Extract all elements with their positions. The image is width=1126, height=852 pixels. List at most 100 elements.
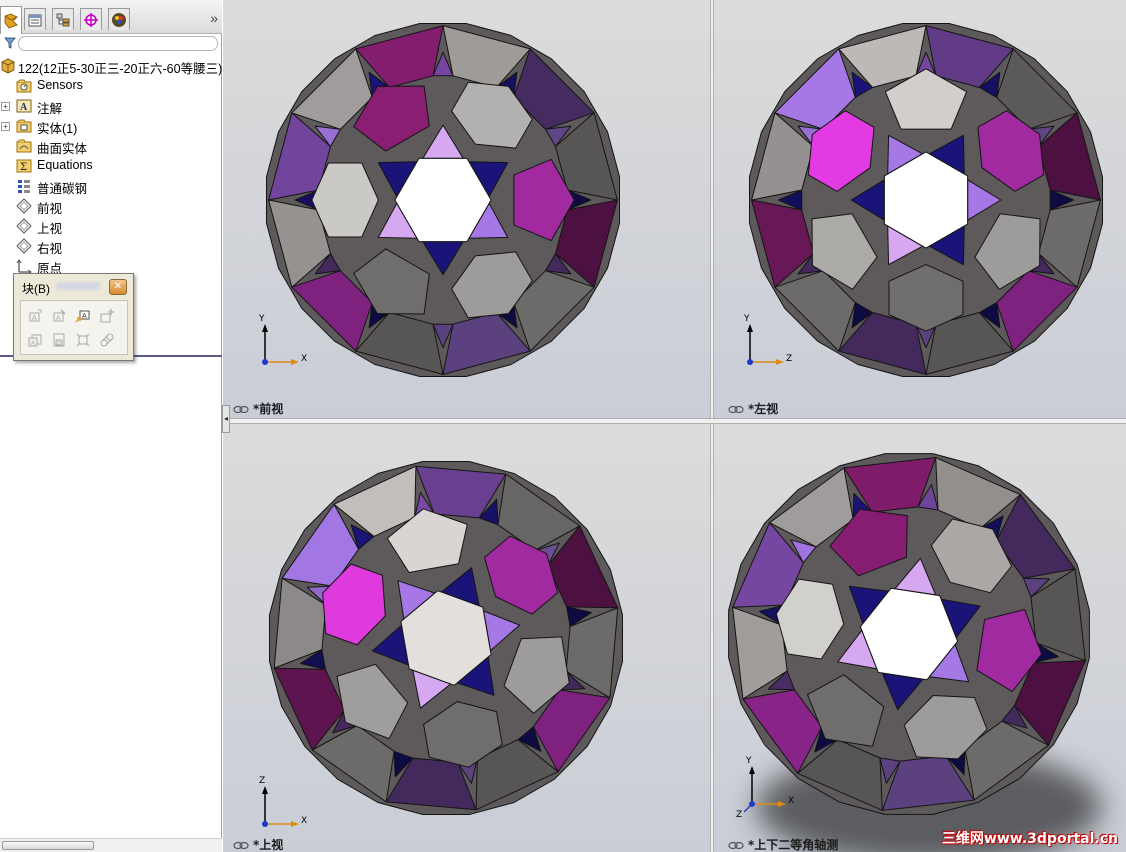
axis-label: X [301,816,308,826]
property-manager-tab[interactable] [24,8,46,30]
axis-label: Y [746,756,752,766]
origin-icon [16,259,32,274]
tree-item-label: 注解 [37,102,63,116]
viewport-front[interactable]: *前视 Y X [223,0,710,418]
tree-items: Sensors + A 注解 + 实体(1) 曲面实体 Σ Equations 普通碳钢 前视上视右… [0,76,222,276]
make-block-icon: A [29,309,42,322]
tree-item[interactable]: 前视 [0,196,222,216]
svg-text:A: A [32,315,37,322]
plane-icon [16,218,32,234]
block-toolbar-title: 块(B) [22,282,50,296]
block-toolbar[interactable]: 块(B) ✕ A A A A [13,273,134,361]
axis-label: Z [736,810,743,820]
axis-label: X [301,354,308,364]
part-icon [1,58,15,74]
save-block-button[interactable] [49,330,69,350]
watermark: 三维网www.3dportal.cn [941,831,1118,847]
add-remove-block-button[interactable] [97,306,117,326]
property-manager-icon [28,14,42,26]
link-view-icon [233,841,249,850]
viewport-top[interactable]: *上视 Z X [223,424,710,852]
axis-label: Y [259,314,265,324]
feature-manager-panel: » 122(12正5-30正三-20正六-60等腰三) Sensors + A 注解 +… [0,0,222,852]
axis-label: Y [744,314,750,324]
axis-label: Z [786,354,793,364]
expand-toggle[interactable]: + [1,102,10,111]
tree-item[interactable]: Sensors [0,76,222,96]
svg-text:A: A [31,341,35,347]
viewport-label: *前视 [233,400,283,417]
tree-item[interactable]: 上视 [0,216,222,236]
tree-item-label: 右视 [37,242,63,256]
horizontal-scrollbar[interactable] [0,838,222,852]
rebuild-block-icon: A [28,334,42,347]
plane-icon [16,238,32,254]
manager-tabs: » [0,0,222,34]
orientation-triad[interactable] [742,318,802,374]
surface-bodies-icon [16,139,32,153]
svg-text:A: A [20,102,28,113]
plane-icon [16,198,32,214]
viewport-isometric[interactable]: *上下二等角轴测 Y X Z 三维网www.3dportal.cn [714,424,1126,852]
axis-label: Z [259,776,266,786]
feature-tree: 122(12正5-30正三-20正六-60等腰三) Sensors + A 注解 + 实体… [0,56,222,276]
tree-root-part[interactable]: 122(12正5-30正三-20正六-60等腰三) [0,56,222,76]
viewport-label: *左视 [728,400,778,417]
make-block-button[interactable]: A [25,306,45,326]
insert-block-button[interactable]: A [73,306,93,326]
tree-item-label: Equations [37,158,93,172]
tree-item[interactable]: + 实体(1) [0,116,222,136]
display-manager-tab[interactable] [108,8,130,30]
orientation-triad[interactable] [257,318,317,374]
scrollbar-thumb[interactable] [2,841,94,850]
dimxpert-manager-tab[interactable] [80,8,102,30]
tree-item[interactable]: 曲面实体 [0,136,222,156]
material-icon [18,180,30,193]
tree-item-label: Sensors [37,78,83,92]
configuration-manager-tab[interactable] [52,8,74,30]
orientation-triad[interactable] [744,760,804,816]
display-manager-icon [112,12,126,27]
tree-item-label: 普通碳钢 [37,182,88,196]
view-name: *上视 [253,838,284,852]
link-view-icon [728,405,744,414]
edit-block-button[interactable]: A [49,306,69,326]
explode-block-icon [76,333,90,347]
link-view-icon [233,405,249,414]
tree-item-label: 上视 [37,222,63,236]
edit-block-icon: A [53,309,66,322]
tree-item-label: 曲面实体 [37,142,88,156]
blurred-region [56,282,100,290]
more-tabs-icon[interactable]: » [210,10,218,26]
tree-item[interactable]: + A 注解 [0,96,222,116]
block-toolbar-buttons: A A A A [20,300,128,355]
feature-manager-tab[interactable] [0,6,22,34]
rebuild-block-button[interactable]: A [25,330,45,350]
tree-item[interactable]: 右视 [0,236,222,256]
tree-item[interactable]: 普通碳钢 [0,176,222,196]
tree-item[interactable]: Σ Equations [0,156,222,176]
belt-chain-icon [100,333,114,347]
equations-icon: Σ [16,159,32,173]
sensors-folder-icon [16,79,32,93]
svg-text:A: A [56,315,61,322]
viewport-left[interactable]: *左视 Y Z [714,0,1126,418]
link-view-icon [728,841,744,850]
svg-text:Σ: Σ [20,162,27,173]
tree-item-label: 实体(1) [37,122,78,136]
annotations-icon: A [16,99,32,113]
expand-toggle[interactable]: + [1,122,10,131]
explode-block-button[interactable] [73,330,93,350]
feature-tree-icon [4,13,18,28]
solidworks-window: » 122(12正5-30正三-20正六-60等腰三) Sensors + A 注解 +… [0,0,1126,852]
tree-filter-input[interactable] [18,36,218,51]
close-button[interactable]: ✕ [109,279,127,295]
add-remove-icon [100,309,114,323]
viewport-label: *上视 [233,836,283,852]
orientation-triad[interactable] [257,780,317,836]
solid-bodies-icon [16,119,32,133]
belt-chain-button[interactable] [97,330,117,350]
save-block-icon [53,333,65,347]
view-name: *前视 [253,402,284,416]
collapse-panel-handle[interactable]: ◂ [222,405,230,433]
